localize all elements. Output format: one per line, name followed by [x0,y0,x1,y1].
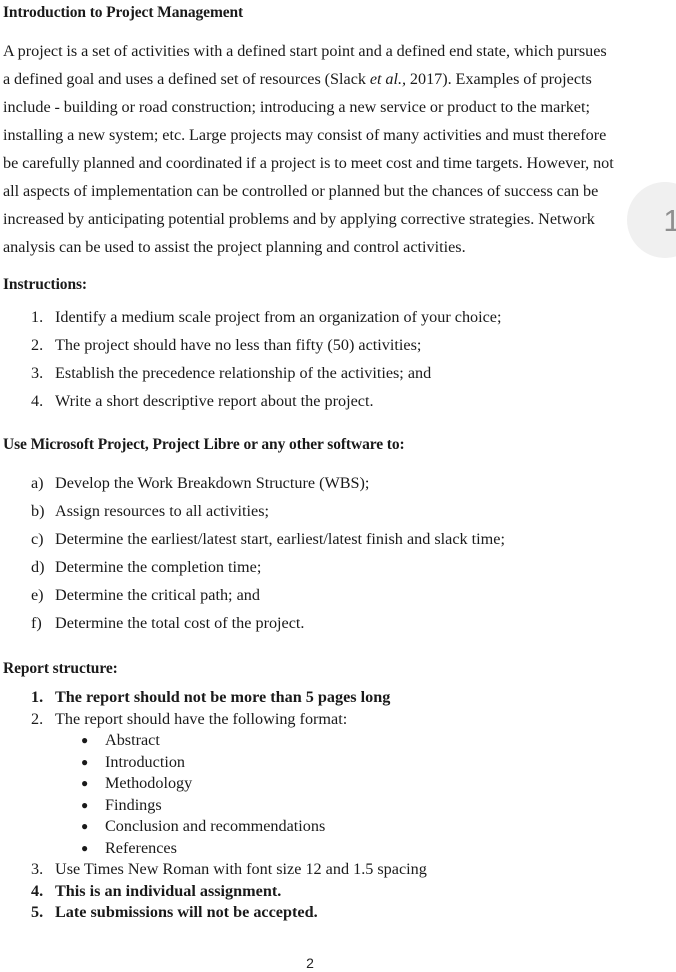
bullet-icon: ● [81,840,89,855]
list-marker: 1. [31,308,44,326]
report-structure-list: 1. The report should not be more than 5 … [3,687,676,924]
list-marker: d) [31,558,45,576]
software-tasks-list: a) Develop the Work Breakdown Structure … [3,469,676,637]
list-item-text: Determine the critical path; and [55,586,260,604]
list-marker: 4. [31,392,44,410]
list-marker: c) [31,530,44,548]
list-marker: 2. [31,336,44,354]
list-item: 1. The report should not be more than 5 … [3,687,676,709]
report-structure-heading: Report structure: [3,660,118,677]
list-item: ● Conclusion and recommendations [55,816,676,838]
list-item-text: Methodology [105,774,193,792]
bullet-icon: ● [81,754,89,769]
list-item: b) Assign resources to all activities; [3,497,676,525]
list-marker: 4. [31,881,44,900]
list-item-text: Introduction [105,752,186,771]
bullet-icon: ● [81,797,89,812]
list-item: 2. The project should have no less than … [3,331,676,359]
list-item: ● Introduction [55,752,676,774]
list-item-text: Identify a medium scale project from an … [55,308,502,326]
list-item-text: Write a short descriptive report about t… [55,392,374,410]
list-marker: 3. [31,860,44,878]
list-marker: b) [31,502,45,520]
list-item-text: Conclusion and recommendations [105,817,326,835]
list-marker: 2. [31,709,44,728]
list-marker: 5. [31,903,44,921]
list-item: 4. Write a short descriptive report abou… [3,387,676,415]
instructions-heading: Instructions: [3,276,87,293]
list-item-text: References [105,838,177,857]
list-item: e) Determine the critical path; and [3,581,676,609]
list-item-text: Determine the earliest/latest start, ear… [55,530,505,548]
intro-paragraph-part-2: 2017). Examples of projects include - bu… [3,70,614,256]
software-tasks-heading: Use Microsoft Project, Project Libre or … [3,436,405,453]
list-item: ● References [55,838,676,860]
list-item: ● Methodology [55,773,676,795]
list-item: 3. Use Times New Roman with font size 12… [3,859,676,881]
list-item-text: Assign resources to all activities; [55,502,269,520]
list-item-text: Establish the precedence relationship of… [55,364,432,382]
list-marker: a) [31,474,44,492]
page-indicator-number: 1 [663,202,676,238]
list-item: 3. Establish the precedence relationship… [3,359,676,387]
bullet-icon: ● [81,819,89,833]
list-marker: f) [31,614,42,632]
bullet-icon: ● [81,733,89,747]
list-item-text: The project should have no less than fif… [55,336,422,354]
list-item-text: Abstract [105,731,160,749]
list-item-text: Use Times New Roman with font size 12 an… [55,860,427,878]
intro-paragraph: A project is a set of activities with a … [3,37,676,261]
list-item: ● Abstract [55,730,676,752]
list-item-text: Develop the Work Breakdown Structure (WB… [55,474,370,492]
list-item-text: Findings [105,795,162,814]
list-item-text: Late submissions will not be accepted. [55,903,318,921]
list-item: d) Determine the completion time; [3,553,676,581]
list-marker: 1. [31,688,44,706]
list-item-text: The report should have the following for… [55,709,348,728]
list-item-text: Determine the completion time; [55,558,262,576]
list-item-text: Determine the total cost of the project. [55,614,305,632]
report-format-bullet-list: ● Abstract ● Introduction ● Methodology … [55,730,676,859]
citation-et-al: et al., [369,70,407,88]
instructions-list: 1. Identify a medium scale project from … [3,303,676,415]
list-item: 2. The report should have the following … [3,709,676,860]
page-title: Introduction to Project Management [3,4,244,21]
bullet-icon: ● [81,776,89,790]
list-item: 1. Identify a medium scale project from … [3,303,676,331]
footer-page-number: 2 [306,955,314,971]
list-item-text: This is an individual assignment. [55,881,282,900]
list-item: f) Determine the total cost of the proje… [3,609,676,637]
list-item: c) Determine the earliest/latest start, … [3,525,676,553]
list-marker: e) [31,586,44,604]
list-item: a) Develop the Work Breakdown Structure … [3,469,676,497]
document-page: Introduction to Project Management A pro… [0,0,676,972]
list-item: 5. Late submissions will not be accepted… [3,902,676,924]
list-item-text: The report should not be more than 5 pag… [55,688,391,706]
list-marker: 3. [31,364,44,382]
list-item: 4. This is an individual assignment. [3,881,676,903]
list-item: ● Findings [55,795,676,817]
